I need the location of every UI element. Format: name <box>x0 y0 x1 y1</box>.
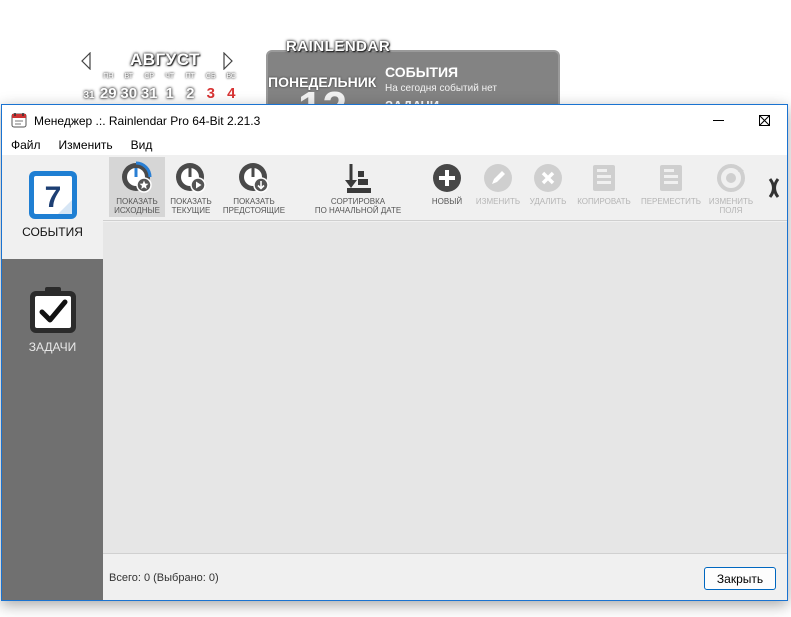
toolbar-label: УДАЛИТЬ <box>529 197 567 206</box>
title-bar[interactable]: Менеджер .:. Rainlendar Pro 64-Bit 2.21.… <box>2 105 787 135</box>
change-fields-button[interactable]: ИЗМЕНИТЬ ПОЛЯ <box>707 157 755 217</box>
copy-button[interactable]: КОПИРОВАТЬ <box>575 157 633 217</box>
toolbar-label: НОВЫЙ <box>431 197 463 206</box>
events-list-area[interactable] <box>103 222 787 553</box>
show-original-icon <box>120 161 154 195</box>
calendar-day[interactable]: 1 <box>160 85 181 102</box>
calendar-day[interactable]: 31 <box>139 85 160 102</box>
toolbar-label: ПОКАЗАТЬ ТЕКУЩИЕ <box>170 197 212 215</box>
window-title: Менеджер .:. Rainlendar Pro 64-Bit 2.21.… <box>34 114 261 128</box>
copy-icon <box>587 161 621 195</box>
sidebar-item-label: ЗАДАЧИ <box>28 340 77 354</box>
calendar-widget: АВГУСТ ПН ВТ СР ЧТ ПТ СБ ВС 31 29 30 31 … <box>76 48 246 108</box>
show-original-button[interactable]: ПОКАЗАТЬ ИСХОДНЫЕ <box>109 157 165 217</box>
close-window-button[interactable] <box>741 105 787 135</box>
weekday: ВС <box>226 73 237 80</box>
weekday: ПН <box>103 73 114 80</box>
calendar-day-weekend[interactable]: 4 <box>221 85 242 102</box>
events-heading: СОБЫТИЯ <box>385 64 459 80</box>
edit-icon <box>481 161 515 195</box>
sidebar-item-events[interactable]: 7 СОБЫТИЯ <box>2 155 103 259</box>
move-icon <box>654 161 688 195</box>
move-button[interactable]: ПЕРЕМЕСТИТЬ <box>639 157 703 217</box>
plus-icon <box>430 161 464 195</box>
menu-edit[interactable]: Изменить <box>50 135 122 155</box>
calendar-week-row: 31 29 30 31 1 2 3 4 <box>80 85 242 102</box>
show-upcoming-button[interactable]: ПОКАЗАТЬ ПРЕДСТОЯЩИЕ <box>219 157 289 217</box>
clipboard-check-icon <box>28 285 78 335</box>
status-text: Всего: 0 (Выбрано: 0) <box>109 572 219 584</box>
svg-text:7: 7 <box>45 181 62 214</box>
week-number: 31 <box>83 90 95 101</box>
sidebar-item-label: СОБЫТИЯ <box>22 225 83 239</box>
rainlendar-widget: ПОНЕДЕЛЬНИК 12 СОБЫТИЯ На сегодня событи… <box>266 50 560 110</box>
toolbar-label: ПОКАЗАТЬ ПРЕДСТОЯЩИЕ <box>222 197 286 215</box>
delete-button[interactable]: УДАЛИТЬ <box>527 157 569 217</box>
rainlendar-app-icon <box>11 112 27 128</box>
weekday: СР <box>144 73 155 80</box>
menu-bar: Файл Изменить Вид <box>2 135 787 155</box>
weekday: ЧТ <box>165 73 175 80</box>
toolbar-label: ПЕРЕМЕСТИТЬ <box>640 197 702 206</box>
calendar-month: АВГУСТ <box>130 50 201 69</box>
delete-icon <box>531 161 565 195</box>
show-upcoming-icon <box>237 161 271 195</box>
events-text: На сегодня событий нет <box>385 83 497 94</box>
calendar-day[interactable]: 29 <box>98 85 119 102</box>
minimize-spacer <box>697 105 743 135</box>
prev-month-arrow-icon[interactable] <box>80 52 92 70</box>
close-icon <box>758 114 770 126</box>
calendar-7-icon: 7 <box>28 170 78 220</box>
status-bar: Всего: 0 (Выбрано: 0) Закрыть <box>103 553 787 600</box>
toolbar-label: ИЗМЕНИТЬ <box>475 197 521 206</box>
close-button[interactable]: Закрыть <box>704 567 776 590</box>
calendar-day[interactable]: 2 <box>180 85 201 102</box>
toolbar-label: СОРТИРОВКА ПО НАЧАЛЬНОЙ ДАТЕ <box>314 197 402 215</box>
show-current-button[interactable]: ПОКАЗАТЬ ТЕКУЩИЕ <box>167 157 215 217</box>
toolbar-label: ИЗМЕНИТЬ ПОЛЯ <box>708 197 754 215</box>
toolbar-label: КОПИРОВАТЬ <box>577 197 631 206</box>
rainlendar-title: RAINLENDAR <box>286 38 391 55</box>
calendar-weekdays: ПН ВТ СР ЧТ ПТ СБ ВС <box>98 73 242 80</box>
next-month-arrow-icon[interactable] <box>222 52 234 70</box>
sidebar-item-tasks[interactable]: ЗАДАЧИ <box>2 270 103 372</box>
weekday: ВТ <box>124 73 133 80</box>
sort-by-start-date-button[interactable]: СОРТИРОВКА ПО НАЧАЛЬНОЙ ДАТЕ <box>311 157 405 217</box>
new-button[interactable]: НОВЫЙ <box>427 157 467 217</box>
show-current-icon <box>174 161 208 195</box>
toolbar-overflow-icon[interactable] <box>767 173 781 203</box>
weekday: СБ <box>205 73 216 80</box>
change-fields-icon <box>714 161 748 195</box>
toolbar-label: ПОКАЗАТЬ ИСХОДНЫЕ <box>114 197 160 215</box>
menu-file[interactable]: Файл <box>2 135 50 155</box>
menu-view[interactable]: Вид <box>122 135 162 155</box>
toolbar: ПОКАЗАТЬ ИСХОДНЫЕ ПОКАЗАТЬ ТЕКУЩИЕ ПОКАЗ… <box>103 155 787 221</box>
calendar-day[interactable]: 30 <box>119 85 140 102</box>
weekday: ПТ <box>185 73 195 80</box>
sort-icon <box>341 161 375 195</box>
manager-window: Менеджер .:. Rainlendar Pro 64-Bit 2.21.… <box>1 104 788 601</box>
calendar-day-weekend[interactable]: 3 <box>201 85 222 102</box>
edit-button[interactable]: ИЗМЕНИТЬ <box>473 157 523 217</box>
sidebar: 7 СОБЫТИЯ ЗАДАЧИ <box>2 155 103 600</box>
